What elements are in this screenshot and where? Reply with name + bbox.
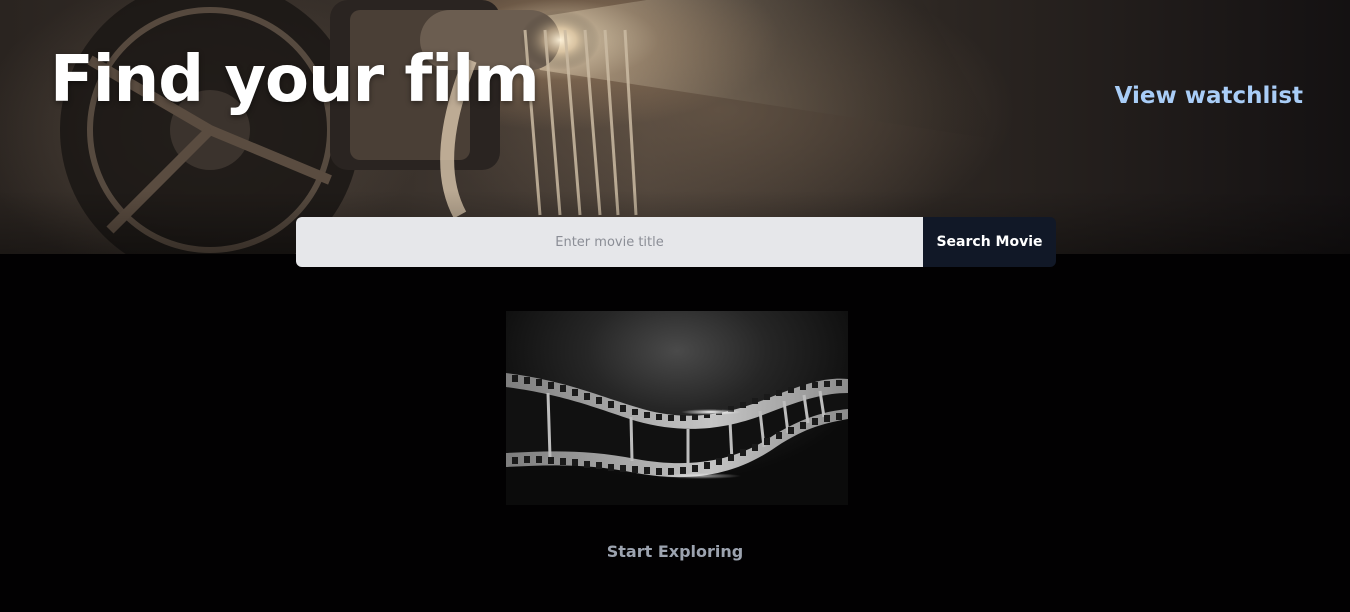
film-projector-image: [0, 0, 1350, 254]
page-title: Find your film: [50, 43, 540, 117]
hero-banner: Find your film View watchlist: [0, 0, 1350, 254]
view-watchlist-link[interactable]: View watchlist: [1115, 80, 1303, 112]
page: Find your film View watchlist Search Mov…: [0, 0, 1350, 612]
film-strip-icon: [506, 311, 848, 505]
movie-title-input[interactable]: [296, 217, 923, 267]
search-form: Search Movie: [296, 217, 1056, 267]
search-movie-button[interactable]: Search Movie: [923, 217, 1056, 267]
start-exploring-label: Start Exploring: [606, 542, 744, 561]
film-strip-illustration: [506, 373, 848, 479]
